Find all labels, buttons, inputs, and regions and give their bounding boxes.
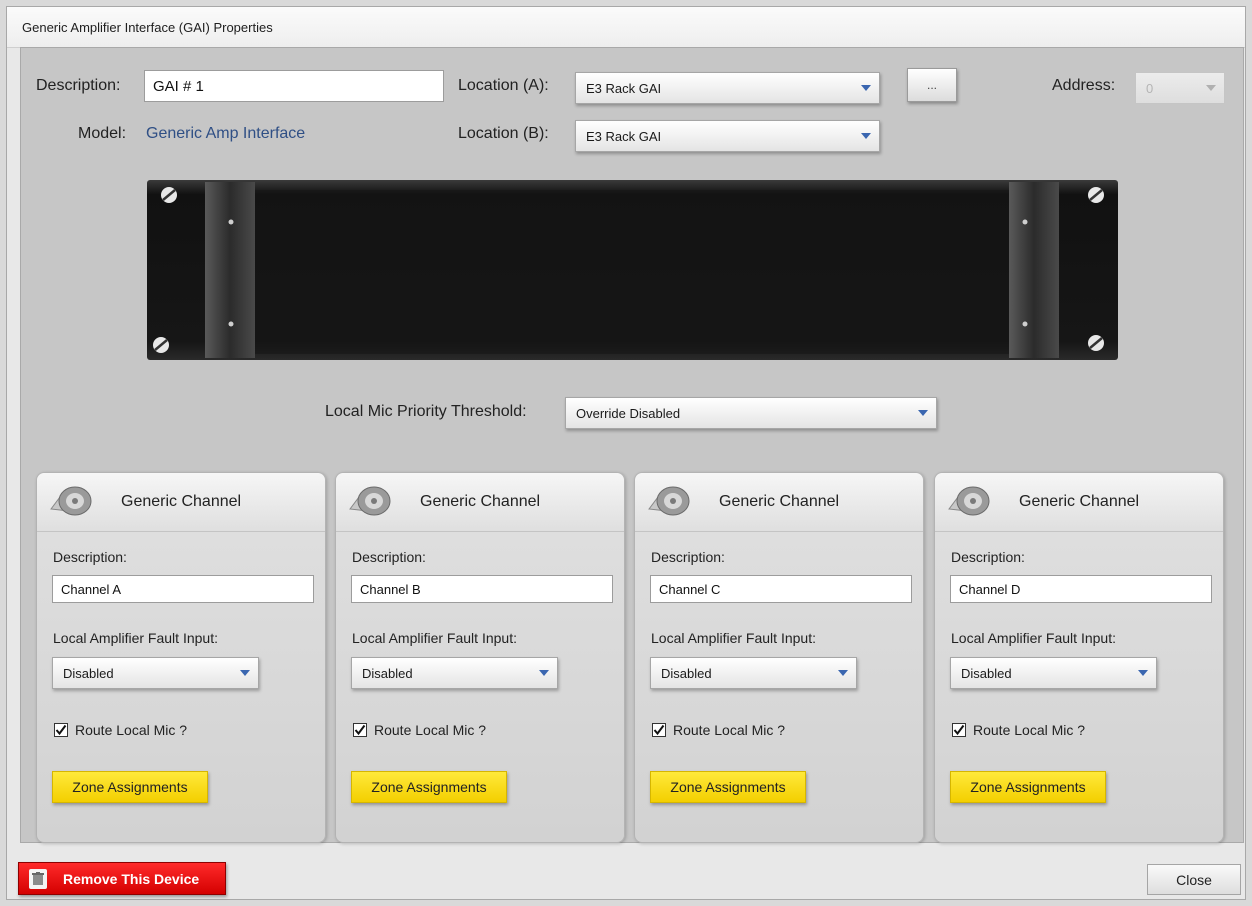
channel-description-label: Description: [53,549,127,565]
channel-header: Generic Channel [635,473,923,532]
route-local-mic-row: Route Local Mic ? [652,722,785,738]
screw-icon [153,337,169,353]
channel-card-a: Generic Channel Description: Local Ampli… [36,472,326,843]
route-local-mic-label: Route Local Mic ? [374,722,487,738]
channel-header: Generic Channel [935,473,1223,532]
checkmark-icon [354,724,366,736]
route-local-mic-checkbox[interactable] [652,723,666,737]
window-title: Generic Amplifier Interface (GAI) Proper… [22,20,273,35]
route-local-mic-checkbox[interactable] [54,723,68,737]
speaker-icon [50,486,92,516]
location-browse-button[interactable]: ... [907,68,957,102]
route-local-mic-label: Route Local Mic ? [973,722,1086,738]
chevron-down-icon [539,670,549,676]
zone-assignments-button[interactable]: Zone Assignments [52,771,208,803]
location-a-value: E3 Rack GAI [586,80,662,96]
model-label: Model: [78,125,127,142]
chevron-down-icon [1206,85,1216,91]
checkmark-icon [55,724,67,736]
screw-icon [161,187,177,203]
address-dropdown: 0 [1135,72,1225,104]
fault-input-label: Local Amplifier Fault Input: [651,630,816,646]
channel-title: Generic Channel [1019,493,1140,510]
route-local-mic-checkbox[interactable] [353,723,367,737]
zone-assignments-button[interactable]: Zone Assignments [351,771,507,803]
threshold-value: Override Disabled [576,405,681,421]
channel-card-c: Generic Channel Description: Local Ampli… [634,472,924,843]
fault-input-dropdown[interactable]: Disabled [52,657,259,689]
screw-icon [1088,335,1104,351]
screw-icon [1088,187,1104,203]
channel-description-label: Description: [651,549,725,565]
fault-input-value: Disabled [63,665,114,681]
address-label: Address: [1052,77,1116,94]
fault-input-label: Local Amplifier Fault Input: [53,630,218,646]
channel-description-label: Description: [951,549,1025,565]
channel-card-b: Generic Channel Description: Local Ampli… [335,472,625,843]
channel-description-input[interactable] [351,575,613,603]
chevron-down-icon [1138,670,1148,676]
threshold-label: Local Mic Priority Threshold: [325,403,527,420]
fault-input-value: Disabled [661,665,712,681]
route-local-mic-row: Route Local Mic ? [353,722,486,738]
route-local-mic-row: Route Local Mic ? [952,722,1085,738]
chevron-down-icon [918,410,928,416]
chevron-down-icon [838,670,848,676]
channel-card-d: Generic Channel Description: Local Ampli… [934,472,1224,843]
threshold-dropdown[interactable]: Override Disabled [565,397,937,429]
speaker-icon [948,486,990,516]
location-a-dropdown[interactable]: E3 Rack GAI [575,72,880,104]
chevron-down-icon [861,85,871,91]
location-a-label: Location (A): [458,77,549,94]
remove-device-label: Remove This Device [63,870,200,887]
description-label: Description: [36,77,121,94]
address-value: 0 [1146,80,1154,96]
location-b-value: E3 Rack GAI [586,128,662,144]
checkmark-icon [653,724,665,736]
fault-input-dropdown[interactable]: Disabled [950,657,1157,689]
channel-title: Generic Channel [420,493,541,510]
fault-input-value: Disabled [362,665,413,681]
location-b-dropdown[interactable]: E3 Rack GAI [575,120,880,152]
zone-assignments-button[interactable]: Zone Assignments [650,771,806,803]
chevron-down-icon [861,133,871,139]
checkmark-icon [953,724,965,736]
channel-description-label: Description: [352,549,426,565]
fault-input-label: Local Amplifier Fault Input: [352,630,517,646]
description-input[interactable] [144,70,444,102]
speaker-icon [349,486,391,516]
route-local-mic-checkbox[interactable] [952,723,966,737]
rack-panel-image [147,180,1118,360]
location-b-label: Location (B): [458,125,549,142]
channel-header: Generic Channel [336,473,624,532]
remove-device-button[interactable]: Remove This Device [18,862,226,895]
route-local-mic-label: Route Local Mic ? [673,722,786,738]
chevron-down-icon [240,670,250,676]
route-local-mic-row: Route Local Mic ? [54,722,187,738]
route-local-mic-label: Route Local Mic ? [75,722,188,738]
close-button[interactable]: Close [1147,864,1241,895]
channel-title: Generic Channel [121,493,242,510]
channel-description-input[interactable] [52,575,314,603]
fault-input-dropdown[interactable]: Disabled [650,657,857,689]
fault-input-label: Local Amplifier Fault Input: [951,630,1116,646]
fault-input-dropdown[interactable]: Disabled [351,657,558,689]
fault-input-value: Disabled [961,665,1012,681]
channel-title: Generic Channel [719,493,840,510]
channel-header: Generic Channel [37,473,325,532]
trash-icon [29,868,47,889]
model-value: Generic Amp Interface [146,125,306,142]
speaker-icon [648,486,690,516]
channel-description-input[interactable] [950,575,1212,603]
zone-assignments-button[interactable]: Zone Assignments [950,771,1106,803]
channel-description-input[interactable] [650,575,912,603]
